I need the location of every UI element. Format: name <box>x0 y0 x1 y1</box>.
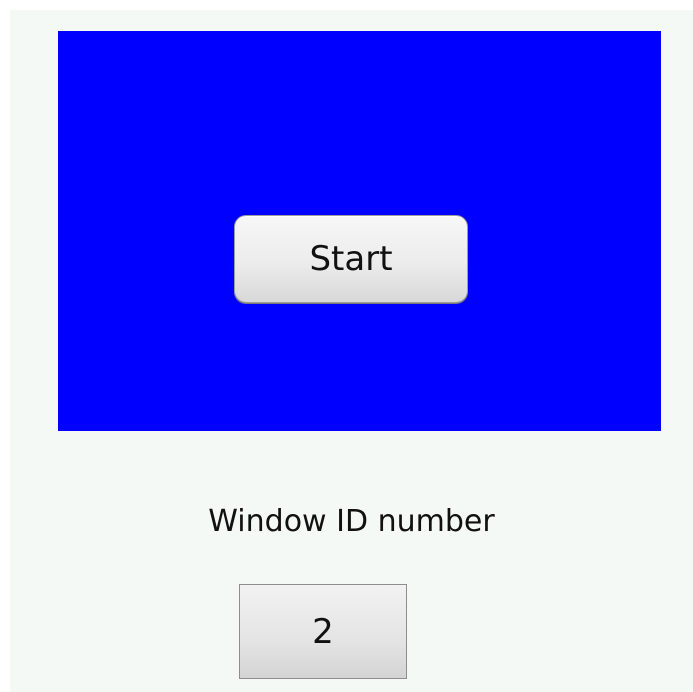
app-window: Start Window ID number 2 <box>10 10 693 692</box>
start-button[interactable]: Start <box>234 215 468 303</box>
window-id-value: 2 <box>239 584 407 679</box>
color-panel: Start <box>58 31 661 431</box>
window-id-label: Window ID number <box>208 504 495 539</box>
